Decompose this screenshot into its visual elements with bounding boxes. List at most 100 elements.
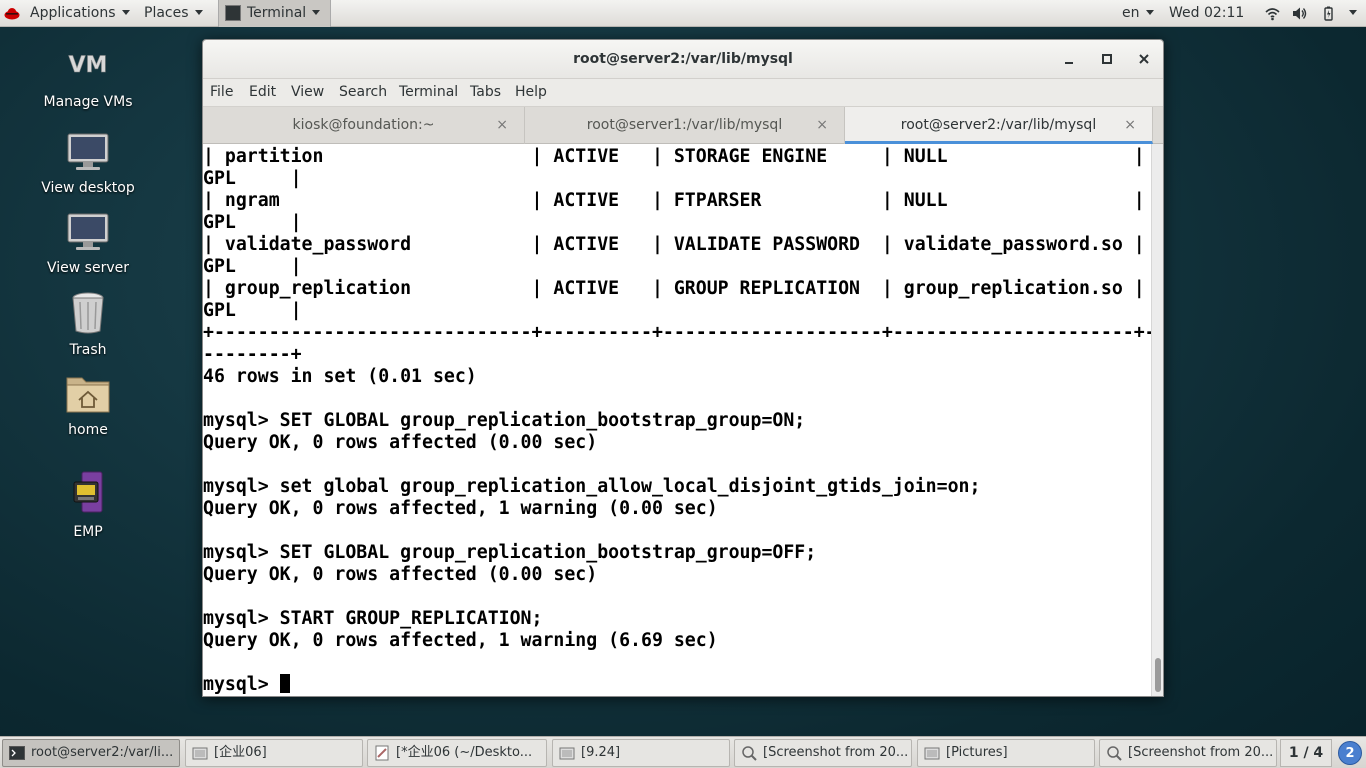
desktop-icon-label: home: [68, 422, 108, 438]
top-panel: Applications Places Terminal en Wed 02:1…: [0, 0, 1366, 27]
tab-server2[interactable]: root@server2:/var/lib/mysql ×: [845, 107, 1153, 144]
tab-server1[interactable]: root@server1:/var/lib/mysql ×: [525, 107, 845, 144]
desktop-icon-label: View desktop: [41, 180, 135, 196]
window-title: root@server2:/var/lib/mysql: [573, 51, 793, 67]
taskbar-item-screenshot-2[interactable]: [Screenshot from 20...: [1099, 739, 1277, 767]
chevron-down-icon: [121, 9, 130, 15]
menu-terminal[interactable]: Terminal: [399, 79, 458, 106]
menu-help[interactable]: Help: [515, 79, 547, 106]
chevron-down-icon: [312, 9, 321, 15]
terminal-line: | ngram | ACTIVE | FTPARSER | NULL |: [203, 190, 1145, 211]
taskbar-item-label: [Pictures]: [946, 745, 1008, 760]
monitor-icon: [67, 133, 109, 170]
terminal-line: --------+: [203, 344, 302, 365]
taskbar-item-text-editor[interactable]: [*企业06 (~/Deskto...: [367, 739, 547, 767]
terminal-line: | group_replication | ACTIVE | GROUP REP…: [203, 278, 1145, 299]
close-icon[interactable]: ×: [496, 107, 508, 143]
taskbar-item-terminal[interactable]: root@server2:/var/li...: [2, 739, 180, 767]
desktop-icon-view-desktop[interactable]: View desktop: [28, 132, 148, 196]
tab-kiosk-foundation[interactable]: kiosk@foundation:~ ×: [203, 107, 525, 144]
menu-view[interactable]: View: [291, 79, 324, 106]
tab-label: kiosk@foundation:~: [292, 117, 435, 133]
input-language-menu[interactable]: en: [1122, 0, 1154, 27]
menu-file[interactable]: File: [210, 79, 233, 106]
taskbar-item-label: [*企业06 (~/Deskto...: [396, 745, 533, 760]
terminal-line: mysql> SET GLOBAL group_replication_boot…: [203, 542, 817, 563]
taskbar-item-qiye06-folder[interactable]: [企业06]: [185, 739, 363, 767]
volume-icon[interactable]: [1292, 6, 1307, 21]
close-button[interactable]: [1133, 48, 1155, 70]
language-label: en: [1122, 5, 1140, 21]
file-manager-icon: [924, 747, 940, 760]
maximize-button[interactable]: [1096, 48, 1118, 70]
redhat-logo-icon: [4, 8, 20, 20]
desktop-icon-label: EMP: [73, 524, 103, 540]
terminal-line: GPL |: [203, 212, 302, 233]
terminal-line: GPL |: [203, 168, 302, 189]
taskbar-item-label: [Screenshot from 20...: [763, 745, 909, 760]
menu-edit[interactable]: Edit: [249, 79, 276, 106]
terminal-icon: [9, 746, 25, 760]
maximize-icon: [1102, 54, 1112, 64]
tab-label: root@server2:/var/lib/mysql: [900, 117, 1097, 133]
terminal-line: mysql> START GROUP_REPLICATION;: [203, 608, 543, 629]
workspace-indicator[interactable]: 1 / 4: [1280, 739, 1332, 767]
desktop-icon-manage-vms[interactable]: VM Manage VMs: [28, 50, 148, 110]
notification-badge[interactable]: 2: [1338, 741, 1362, 765]
taskbar-item-label: [Screenshot from 20...: [1128, 745, 1274, 760]
home-folder-icon: [66, 377, 110, 413]
trash-icon: [72, 292, 104, 334]
terminal-line: GPL |: [203, 256, 302, 277]
menu-tabs[interactable]: Tabs: [470, 79, 501, 106]
tab-bar: kiosk@foundation:~ × root@server1:/var/l…: [203, 107, 1163, 144]
chevron-down-icon: [194, 9, 203, 15]
battery-icon[interactable]: [1321, 6, 1336, 21]
places-label: Places: [144, 5, 189, 21]
menu-bar: File Edit View Search Terminal Tabs Help: [203, 79, 1163, 107]
file-manager-icon: [559, 747, 575, 760]
close-icon[interactable]: ×: [816, 107, 828, 143]
taskbar-item-screenshot-1[interactable]: [Screenshot from 20...: [734, 739, 912, 767]
terminal-app-label: Terminal: [247, 5, 307, 21]
close-icon[interactable]: ×: [1124, 107, 1136, 143]
clock[interactable]: Wed 02:11: [1169, 0, 1244, 27]
terminal-app-menu[interactable]: Terminal: [218, 0, 332, 27]
chevron-down-icon: [1145, 9, 1154, 15]
window-titlebar[interactable]: root@server2:/var/lib/mysql: [203, 40, 1163, 79]
desktop-icon-home[interactable]: home: [28, 372, 148, 438]
places-menu[interactable]: Places: [144, 0, 203, 27]
terminal-scrollbar[interactable]: [1151, 144, 1163, 696]
image-viewer-icon: [1107, 746, 1122, 761]
terminal-output[interactable]: | partition | ACTIVE | STORAGE ENGINE | …: [203, 144, 1151, 696]
terminal-line: | validate_password | ACTIVE | VALIDATE …: [203, 234, 1145, 255]
svg-text:VM: VM: [69, 53, 108, 78]
menu-search[interactable]: Search: [339, 79, 387, 106]
terminal-line: | partition | ACTIVE | STORAGE ENGINE | …: [203, 146, 1145, 167]
taskbar-item-label: root@server2:/var/li...: [31, 745, 174, 760]
terminal-window[interactable]: root@server2:/var/lib/mysql File Edit Vi…: [202, 39, 1164, 697]
desktop-icon-view-server[interactable]: View server: [28, 212, 148, 276]
applications-menu[interactable]: Applications: [30, 0, 130, 27]
taskbar-item-9-24[interactable]: [9.24]: [552, 739, 730, 767]
terminal-line: 46 rows in set (0.01 sec): [203, 366, 477, 387]
close-icon: [1139, 54, 1149, 64]
window-list-panel: root@server2:/var/li... [企业06] [*企业06 (~…: [0, 736, 1366, 768]
emp-icon: [73, 471, 103, 513]
wifi-icon[interactable]: [1265, 6, 1280, 21]
terminal-cursor: [279, 674, 290, 693]
scrollbar-thumb[interactable]: [1155, 658, 1161, 692]
terminal-line: Query OK, 0 rows affected, 1 warning (6.…: [203, 630, 718, 651]
desktop-icon-emp[interactable]: EMP: [28, 470, 148, 540]
taskbar-item-label: [企业06]: [214, 745, 267, 760]
taskbar-item-pictures[interactable]: [Pictures]: [917, 739, 1095, 767]
terminal-prompt-line[interactable]: mysql>: [203, 674, 1151, 696]
minimize-button[interactable]: [1058, 48, 1080, 70]
desktop-icon-trash[interactable]: Trash: [28, 290, 148, 358]
system-menu[interactable]: [1349, 0, 1357, 27]
vm-icon: VM: [68, 53, 108, 79]
